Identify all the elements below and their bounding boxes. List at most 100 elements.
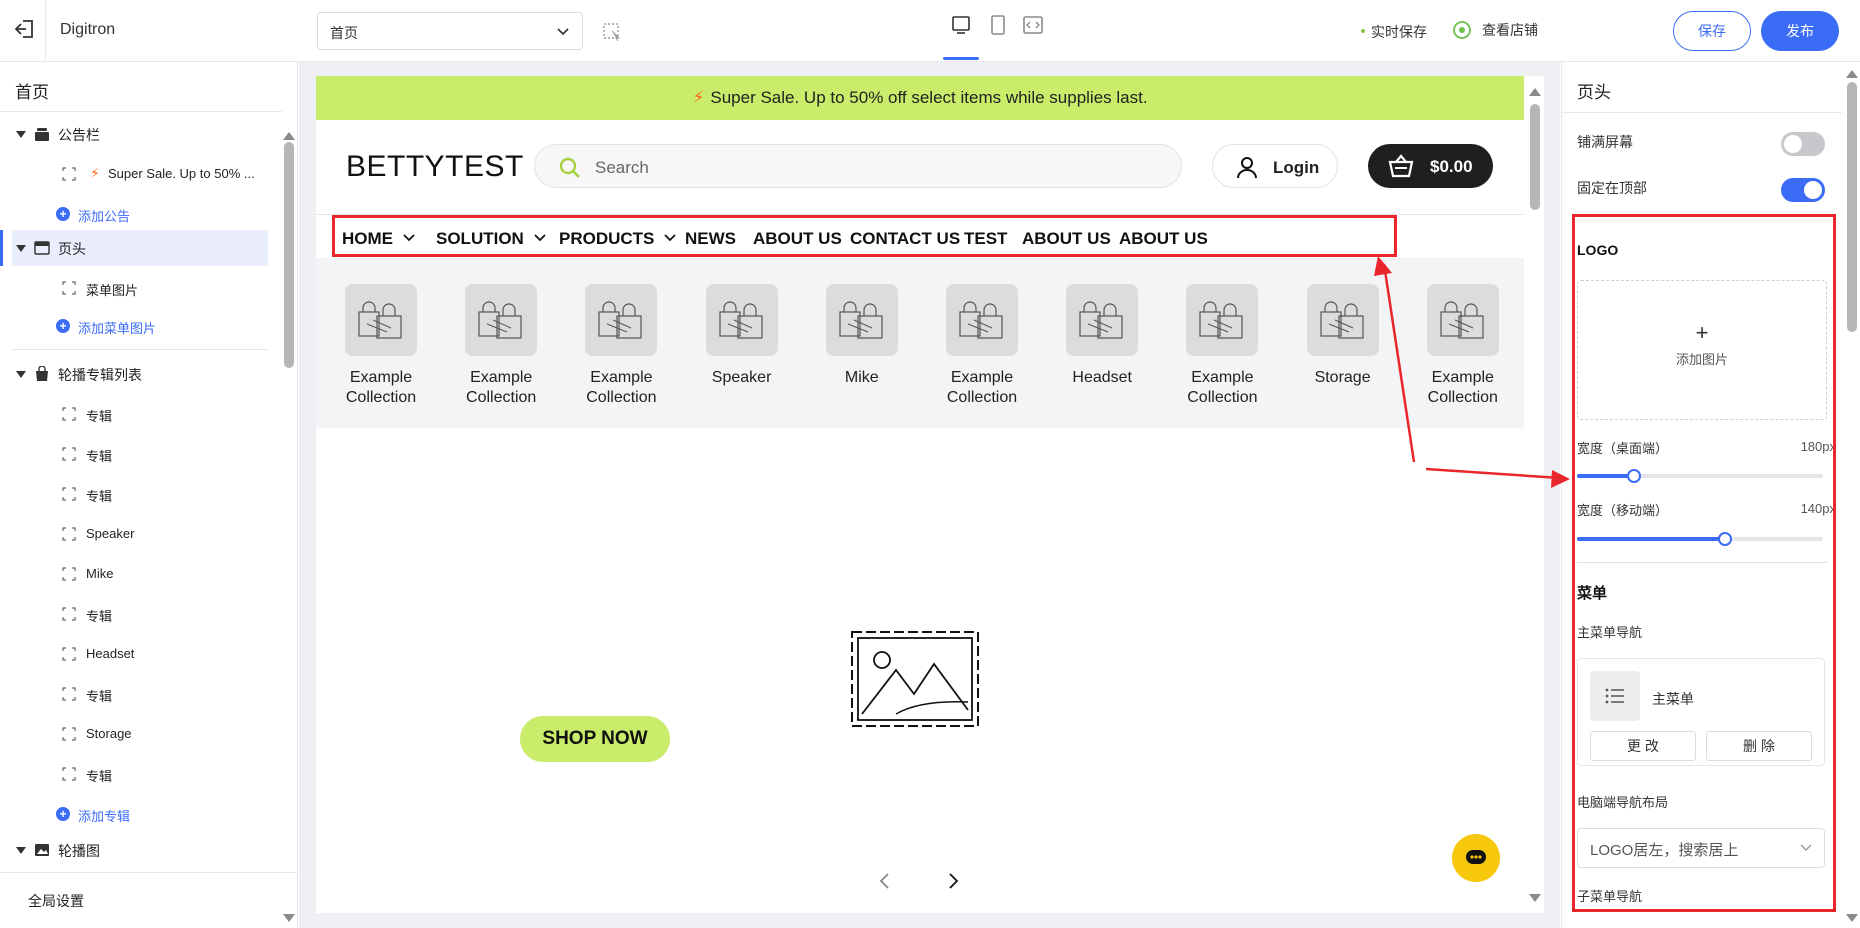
chevron-left-icon[interactable] [878, 872, 892, 890]
scroll-up-arrow[interactable] [1846, 70, 1858, 78]
sidebar-item-collection[interactable]: Mike [0, 556, 268, 592]
collection-card[interactable]: Speaker [687, 284, 797, 388]
sidebar-group-announcement[interactable]: 公告栏 [0, 116, 268, 152]
publish-button[interactable]: 发布 [1761, 11, 1839, 51]
collection-card[interactable]: Example Collection [1408, 284, 1518, 408]
toggle-knob [1804, 181, 1822, 199]
sidebar-item-collection[interactable]: 专辑 [0, 596, 268, 632]
collection-name-line: Example [1431, 369, 1494, 386]
collection-card[interactable]: Example Collection [1167, 284, 1277, 408]
desktop-view-icon[interactable] [950, 14, 972, 36]
sidebar-item-label: 专辑 [86, 449, 113, 464]
global-settings-link[interactable]: 全局设置 [0, 872, 298, 928]
fit-width-view-icon[interactable] [1022, 14, 1044, 36]
add-circle-icon: + [56, 319, 70, 333]
chevron-right-icon[interactable] [946, 872, 960, 890]
preview-scrollbar[interactable] [1530, 104, 1540, 210]
site-header[interactable]: BETTYTEST Search Login $0.00 [316, 120, 1524, 204]
collection-thumbnail [345, 284, 417, 356]
sticky-top-toggle[interactable] [1781, 178, 1825, 202]
sidebar-item-collection[interactable]: 专辑 [0, 676, 268, 712]
sidebar-item-label: Super Sale. Up to 50% ... [108, 166, 255, 181]
chat-icon [1466, 850, 1486, 864]
collection-card[interactable]: Example Collection [566, 284, 676, 408]
sidebar-item-label: 专辑 [86, 609, 113, 624]
sidebar-group-header[interactable]: 页头 [0, 230, 268, 266]
collection-name-line: Mike [844, 369, 879, 386]
sidebar-item-collection[interactable]: Storage [0, 716, 268, 752]
page-select-value: 首页 [330, 25, 358, 41]
shopping-bag-icon [36, 366, 48, 381]
select-element-icon[interactable] [602, 22, 622, 42]
sidebar-item-collection[interactable]: 专辑 [0, 756, 268, 792]
sidebar-item-collection[interactable]: Headset [0, 636, 268, 672]
page-select[interactable]: 首页 [317, 12, 583, 50]
collection-name: Speaker [687, 368, 797, 388]
add-announcement-button[interactable]: + 添加公告 [0, 196, 268, 232]
sidebar-item-collection[interactable]: 专辑 [0, 476, 268, 512]
caret-down-icon [16, 131, 26, 138]
block-icon [62, 727, 76, 741]
add-collection-button[interactable]: + 添加专辑 [0, 796, 268, 832]
collection-name: Example Collection [326, 368, 436, 408]
save-button[interactable]: 保存 [1673, 11, 1751, 51]
view-store-label: 查看店铺 [1482, 22, 1538, 38]
annotation-box-navigation [332, 215, 1397, 257]
collection-card[interactable]: Example Collection [326, 284, 436, 408]
search-input[interactable]: Search [534, 144, 1182, 188]
collection-card[interactable]: Example Collection [446, 284, 556, 408]
sidebar-item-label: Headset [86, 646, 135, 661]
collection-thumbnail [585, 284, 658, 356]
exit-icon[interactable] [14, 18, 36, 40]
collection-name-line: Example [470, 369, 533, 386]
sidebar-group-slideshow[interactable]: 轮播图 [0, 832, 268, 868]
collection-name: Example Collection [1167, 368, 1277, 408]
full-screen-label: 铺满屏幕 [1577, 134, 1633, 150]
sidebar-item-collection[interactable]: Speaker [0, 516, 268, 552]
block-icon [62, 447, 76, 461]
product-bag-icon [959, 301, 1003, 339]
autosave-status: 实时保存 [1361, 22, 1427, 42]
login-button[interactable]: Login [1212, 144, 1338, 188]
scroll-down-arrow[interactable] [1529, 894, 1541, 902]
view-store-link[interactable]: 查看店铺 [1452, 20, 1538, 40]
collection-card[interactable]: Headset [1047, 284, 1157, 388]
sidebar-separator [12, 349, 268, 350]
collection-name-line: Storage [1314, 369, 1371, 386]
sidebar-item-announcement[interactable]: ⚡ Super Sale. Up to 50% ... [0, 156, 268, 192]
collection-name: Example Collection [1408, 368, 1518, 408]
shop-now-button[interactable]: SHOP NOW [520, 716, 670, 762]
block-icon [62, 647, 76, 661]
full-screen-toggle[interactable] [1781, 132, 1825, 156]
tablet-view-icon[interactable] [987, 14, 1009, 36]
cart-button[interactable]: $0.00 [1368, 144, 1493, 188]
collection-card[interactable]: Mike [807, 284, 917, 388]
collection-carousel: Example Collection Example Collection Exampl… [316, 258, 1524, 428]
chat-widget-button[interactable] [1452, 834, 1500, 882]
login-label: Login [1273, 158, 1320, 177]
scroll-down-arrow[interactable] [1846, 914, 1858, 922]
collection-thumbnail [1306, 284, 1379, 356]
product-bag-icon [1440, 301, 1484, 339]
scroll-up-arrow[interactable] [283, 132, 295, 140]
store-logo[interactable]: BETTYTEST [346, 150, 524, 184]
lightning-icon: ⚡ [692, 88, 705, 107]
sidebar-group-label: 轮播图 [58, 843, 100, 859]
add-menu-image-button[interactable]: + 添加菜单图片 [0, 308, 268, 344]
collection-name-line: Collection [1187, 389, 1258, 406]
sidebar-item-menu-image[interactable]: 菜单图片 [0, 270, 268, 306]
sidebar-scrollbar[interactable] [284, 142, 294, 368]
sidebar-item-label: 专辑 [86, 769, 113, 784]
announcement-bar[interactable]: ⚡ Super Sale. Up to 50% off select items … [316, 76, 1524, 120]
sidebar-item-collection[interactable]: 专辑 [0, 396, 268, 432]
sidebar-group-label: 轮播专辑列表 [58, 367, 142, 383]
sidebar-item-collection[interactable]: 专辑 [0, 436, 268, 472]
scroll-up-arrow[interactable] [1529, 88, 1541, 96]
panel-scrollbar[interactable] [1847, 82, 1857, 332]
product-bag-icon [1199, 301, 1243, 339]
block-icon [62, 407, 76, 421]
collection-card[interactable]: Example Collection [927, 284, 1037, 408]
collection-card[interactable]: Storage [1288, 284, 1398, 388]
sidebar-group-collection-carousel[interactable]: 轮播专辑列表 [0, 356, 268, 392]
sidebar-item-label: 专辑 [86, 409, 113, 424]
